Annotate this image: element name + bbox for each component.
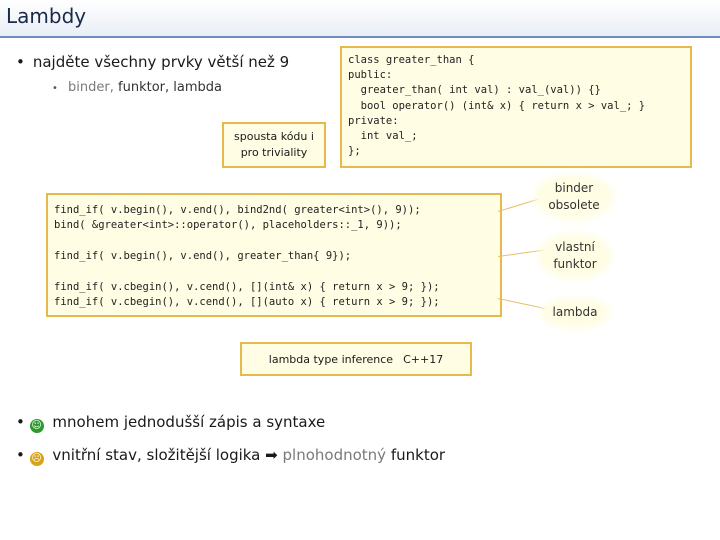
title-bar: Lambdy bbox=[0, 0, 720, 36]
inference-version: C++17 bbox=[403, 352, 444, 366]
sub-bullet: • binder, funktor, lambda bbox=[52, 80, 222, 95]
main-bullet: • najděte všechny prvky větší než 9 bbox=[16, 53, 289, 71]
con-text-1: vnitřní stav, složitější logika bbox=[52, 446, 261, 464]
sub-lambda: lambda bbox=[173, 80, 223, 95]
pro-text: mnohem jednodušší zápis a syntaxe bbox=[52, 413, 326, 431]
main-bullet-text: najděte všechny prvky větší než 9 bbox=[32, 53, 290, 71]
class-code-box: class greater_than { public: greater_tha… bbox=[340, 46, 692, 168]
note-text: spousta kódu i pro triviality bbox=[234, 130, 314, 159]
smiley-icon: ☺ bbox=[29, 419, 44, 433]
find-bind-code: find_if( v.begin(), v.end(), bind2nd( gr… bbox=[54, 204, 421, 232]
sub-funktor: funktor, bbox=[118, 80, 170, 95]
callout-binder-text: binder obsolete bbox=[548, 181, 600, 212]
con-text-2: plnohodnotný bbox=[282, 446, 387, 464]
callout-connector bbox=[497, 249, 544, 257]
note-box: spousta kódu i pro triviality bbox=[222, 122, 326, 168]
bullet-dot-icon: • bbox=[16, 53, 25, 71]
callout-lambda: lambda bbox=[546, 304, 604, 322]
title-divider bbox=[0, 36, 720, 38]
find-code-box: find_if( v.begin(), v.end(), bind2nd( gr… bbox=[46, 193, 502, 317]
con-text-3: funktor bbox=[390, 446, 446, 464]
bullet-dot-icon: • bbox=[16, 446, 25, 464]
find-lambda-code: find_if( v.cbegin(), v.cend(), [](int& x… bbox=[54, 281, 440, 309]
callout-connector bbox=[497, 198, 539, 212]
find-functor-code: find_if( v.begin(), v.end(), greater_tha… bbox=[54, 250, 352, 262]
bullet-dot-icon: • bbox=[52, 83, 58, 94]
callout-connector bbox=[497, 298, 546, 309]
con-bullet: • ☹ vnitřní stav, složitější logika ➡ pl… bbox=[16, 446, 445, 466]
callout-lambda-text: lambda bbox=[552, 305, 598, 319]
callout-functor: vlastní funktor bbox=[544, 239, 606, 273]
class-code: class greater_than { public: greater_tha… bbox=[348, 54, 646, 158]
callout-binder: binder obsolete bbox=[540, 180, 608, 214]
sub-binder: binder, bbox=[68, 80, 114, 95]
neutral-face-icon: ☹ bbox=[29, 452, 44, 466]
pro-bullet: • ☺ mnohem jednodušší zápis a syntaxe bbox=[16, 413, 325, 433]
arrow-icon: ➡ bbox=[265, 446, 278, 464]
slide-title: Lambdy bbox=[6, 4, 87, 28]
inference-box: lambda type inference C++17 bbox=[240, 342, 472, 376]
inference-label: lambda type inference bbox=[268, 352, 394, 366]
callout-functor-text: vlastní funktor bbox=[553, 240, 597, 271]
bullet-dot-icon: • bbox=[16, 413, 25, 431]
